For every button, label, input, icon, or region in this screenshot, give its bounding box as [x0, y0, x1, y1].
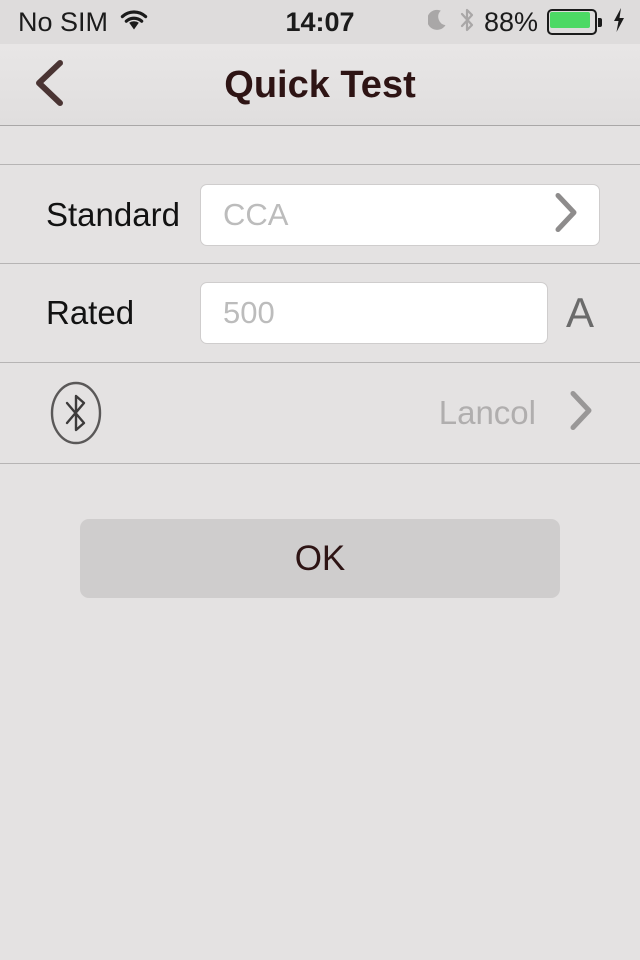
row-standard: Standard CCA [0, 166, 640, 264]
row-rated: Rated 500 A [0, 264, 640, 363]
device-name-label: Lancol [438, 394, 536, 431]
section-spacer [0, 127, 640, 165]
navigation-bar: Quick Test [0, 44, 640, 126]
standard-select-field[interactable]: CCA [200, 183, 600, 246]
chevron-right-icon [551, 190, 581, 239]
page-title: Quick Test [224, 63, 416, 106]
bluetooth-circle-icon [50, 381, 102, 445]
battery-icon [547, 9, 603, 35]
bluetooth-icon [459, 7, 475, 38]
clock-label: 14:07 [285, 6, 355, 37]
standard-label: Standard [46, 195, 180, 233]
battery-percent-label: 88% [483, 6, 538, 37]
rated-value: 500 [223, 295, 275, 330]
rated-input-field[interactable]: 500 [200, 282, 548, 344]
chevron-right-icon [566, 389, 596, 438]
rated-unit-label: A [566, 289, 595, 336]
standard-value: CCA [223, 196, 289, 232]
row-bluetooth-device[interactable]: Lancol [0, 363, 640, 464]
moon-icon [426, 8, 450, 37]
ok-button[interactable]: OK [80, 519, 560, 598]
status-bar: No SIM 14:07 88% [0, 0, 640, 44]
lightning-bolt-icon [612, 7, 626, 38]
status-bar-right: 88% [426, 0, 626, 44]
form-section: Standard CCA Rated 500 A Lancol [0, 166, 640, 464]
rated-label: Rated [46, 294, 135, 331]
app-screen: No SIM 14:07 88% Quick Test Standard CCA… [0, 0, 640, 960]
